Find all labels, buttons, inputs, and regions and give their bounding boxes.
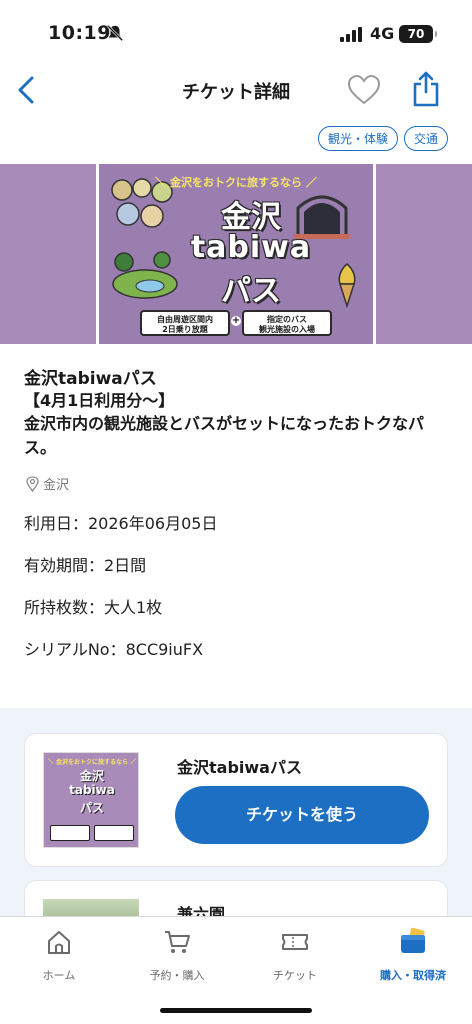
tab-reserve-buy[interactable]: 予約・購入 (118, 927, 236, 983)
nav-bar: チケット詳細 (0, 66, 472, 116)
ticket-description: 金沢市内の観光施設とバスがセットになったおトクなパス。 (24, 414, 425, 457)
home-icon (48, 931, 70, 954)
tab-label: 購入・取得済 (380, 969, 446, 982)
status-time: 10:19 (48, 22, 111, 44)
page-title: チケット詳細 (182, 82, 290, 103)
thumb-line2: tabiwa (69, 783, 115, 797)
banner-title-line2: tabiwa (190, 230, 312, 265)
thumb-line3: パス (79, 801, 104, 815)
ticket-details: 金沢tabiwaパス 【4月1日利用分〜】 金沢市内の観光施設とバスがセットにな… (24, 368, 448, 460)
tag-sightseeing[interactable]: 観光・体験 (317, 126, 398, 151)
ticket-count: 所持枚数：大人1枚 (24, 598, 163, 617)
banner-feature-facilities: 指定のバス 観光施設の入場 (242, 310, 332, 336)
wallet-icon (401, 927, 425, 953)
share-icon[interactable] (410, 70, 442, 108)
status-bar: 10:19 4G 70 (0, 0, 472, 60)
serial-number: シリアルNo：8CC9iuFX (24, 640, 204, 659)
tag-transport[interactable]: 交通 (403, 126, 448, 151)
favorite-heart-icon[interactable] (346, 74, 382, 106)
cart-icon (165, 931, 190, 953)
location-label: 金沢 (43, 478, 70, 493)
use-date: 利用日：2026年06月05日 (24, 514, 218, 533)
location-pin-icon (26, 475, 39, 492)
tab-label: ホーム (42, 969, 76, 982)
ticket-name: 金沢tabiwaパス (24, 369, 157, 389)
banner-tagline: ＼ 金沢をおトクに旅するなら ／ (155, 176, 317, 189)
tab-home[interactable]: ホーム (0, 927, 118, 983)
validity-period: 有効期間：2日間 (24, 556, 147, 575)
ticket-banner-image: ＼ 金沢をおトクに旅するなら ／ 金沢 tabiwa パス 自由周遊区間内 2日… (0, 164, 472, 344)
banner-title-line3: パス (221, 274, 281, 309)
pass-thumbnail: ＼ 金沢をおトクに旅するなら ／ 金沢 tabiwa パス (43, 752, 139, 848)
pass-card: ＼ 金沢をおトクに旅するなら ／ 金沢 tabiwa パス 金沢tabiwaパス… (24, 733, 448, 867)
battery-level: 70 (399, 25, 437, 43)
tab-purchased[interactable]: 購入・取得済 (354, 927, 472, 983)
thumb-tagline: ＼ 金沢をおトクに旅するなら ／ (47, 759, 137, 766)
tab-label: チケット (273, 969, 317, 982)
banner-plus-icon: + (231, 315, 241, 326)
network-type: 4G (370, 24, 395, 43)
thumb-pill (50, 825, 90, 841)
thumb-line1: 金沢 (79, 769, 104, 783)
tab-ticket[interactable]: チケット (236, 927, 354, 983)
signal-icon (340, 27, 362, 42)
use-ticket-button[interactable]: チケットを使う (175, 786, 429, 844)
bell-muted-icon (106, 24, 124, 42)
ticket-subtitle: 【4月1日利用分〜】 (24, 391, 175, 410)
tab-label: 予約・購入 (149, 969, 205, 982)
thumb-pill (94, 825, 134, 841)
garden-illustration (112, 251, 178, 299)
ticket-icon (282, 934, 308, 950)
home-indicator (160, 1008, 312, 1013)
card-title: 金沢tabiwaパス (177, 758, 302, 777)
location-row: 金沢 (26, 474, 69, 493)
gold-icecream-illustration (338, 263, 356, 308)
category-tags: 観光・体験 交通 (317, 126, 448, 151)
banner-feature-bus: 自由周遊区間内 2日乗り放題 (140, 310, 230, 336)
